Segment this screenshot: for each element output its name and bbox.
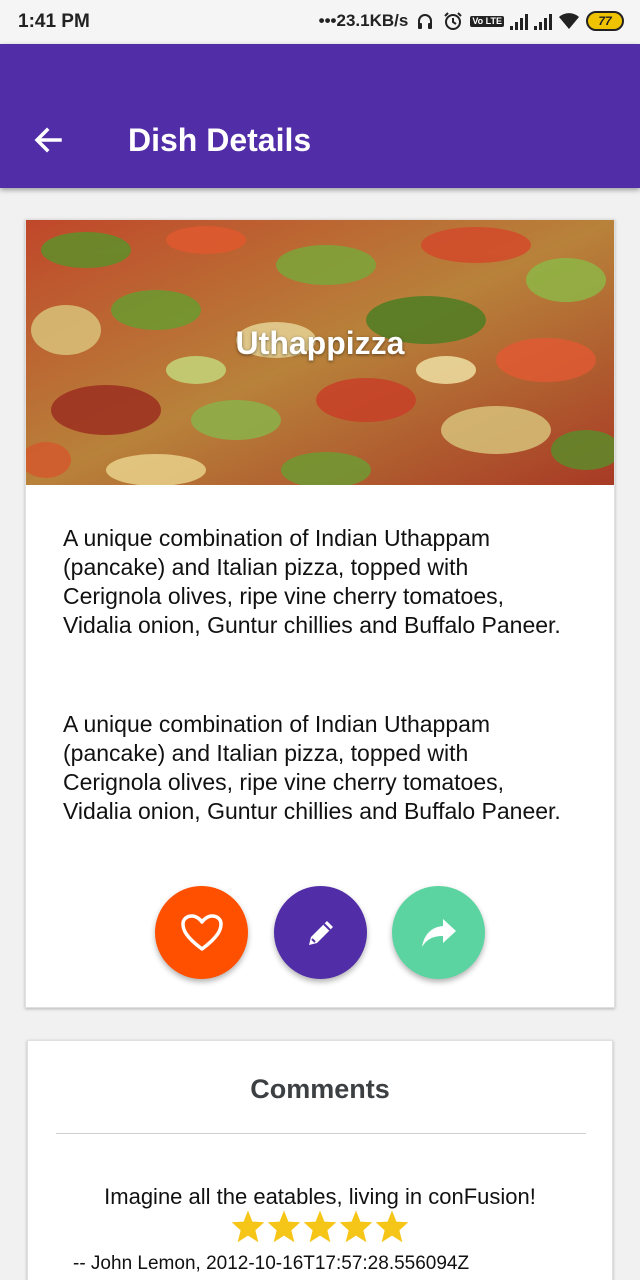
headphones-icon — [414, 11, 436, 31]
heart-outline-icon — [180, 913, 223, 951]
dish-description: A unique combination of Indian Uthappam … — [63, 525, 561, 638]
page-title: Dish Details — [128, 122, 312, 158]
signal-icon-2 — [534, 12, 552, 30]
signal-icon-1 — [510, 12, 528, 30]
battery-level: 77 — [598, 14, 612, 28]
network-speed: •••23.1KB/s — [318, 11, 409, 30]
app-bar: Dish Details — [0, 44, 640, 188]
lte-icon: Vo LTE — [470, 15, 504, 27]
star-icon — [339, 1210, 373, 1243]
battery-icon: 77 — [586, 11, 624, 31]
status-icons: •••23.1KB/s Vo LTE 77 — [319, 11, 624, 31]
dish-name: Uthappizza — [235, 325, 405, 361]
share-arrow-icon — [421, 918, 456, 947]
comments-card: Comments Imagine all the eatables, livin… — [27, 1040, 613, 1280]
star-icon — [231, 1210, 265, 1243]
status-time: 1:41 PM — [18, 11, 90, 32]
back-button[interactable] — [30, 122, 66, 158]
comment-author: -- John Lemon, 2012-10-16T17:57:28.55609… — [73, 1253, 470, 1274]
dish-image: Uthappizza — [26, 220, 614, 485]
comments-title: Comments — [250, 1074, 390, 1104]
dish-card: Uthappizza A unique combination of India… — [25, 219, 615, 1008]
star-icon — [267, 1210, 301, 1243]
comment-text: Imagine all the eatables, living in conF… — [104, 1184, 536, 1209]
alarm-icon — [442, 11, 464, 31]
arrow-back-icon — [34, 127, 62, 153]
star-icon — [375, 1210, 409, 1243]
pencil-icon — [308, 920, 333, 945]
star-rating — [28, 1209, 612, 1243]
wifi-icon — [558, 11, 580, 31]
status-bar: 1:41 PM •••23.1KB/s Vo LTE 77 — [0, 0, 640, 44]
dish-description-repeat: A unique combination of Indian Uthappam … — [63, 711, 561, 824]
favorite-button[interactable] — [155, 886, 248, 979]
star-icon — [303, 1210, 337, 1243]
edit-button[interactable] — [274, 886, 367, 979]
share-button[interactable] — [392, 886, 485, 979]
divider — [56, 1133, 586, 1134]
